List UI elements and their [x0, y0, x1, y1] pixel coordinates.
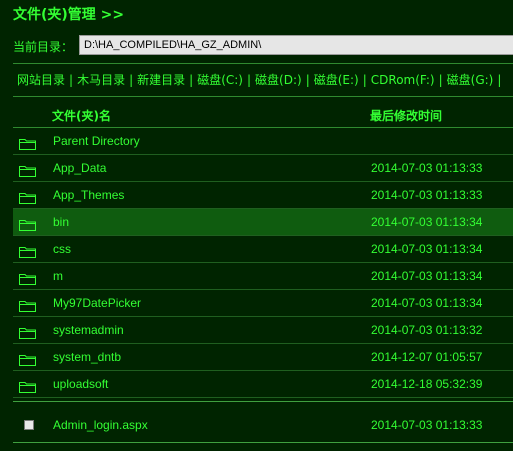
folder-icon — [19, 135, 36, 150]
folder-name-link[interactable]: systemadmin — [53, 323, 124, 337]
folder-icon — [19, 378, 36, 393]
folder-icon — [19, 189, 36, 204]
modified-time: 2014-07-03 01:13:34 — [371, 296, 483, 310]
nav-website-dir[interactable]: 网站目录 — [17, 73, 65, 87]
modified-time: 2014-12-18 05:32:39 — [371, 377, 483, 391]
folder-row[interactable]: systemadmin 2014-07-03 01:13:32 — [13, 317, 513, 344]
nav-bar: 网站目录 | 木马目录 | 新建目录 | 磁盘(C:) | 磁盘(D:) | 磁盘(E:) | CDRo… — [17, 73, 502, 87]
folder-row[interactable]: App_Themes 2014-07-03 01:13:33 — [13, 182, 513, 209]
page-title: 文件(夹)管理 >> — [13, 7, 125, 23]
current-dir-input[interactable] — [79, 35, 513, 55]
modified-time: 2014-07-03 01:13:33 — [371, 188, 483, 202]
folder-name-link[interactable]: Parent Directory — [53, 134, 140, 148]
folder-icon — [19, 297, 36, 312]
folder-row[interactable]: My97DatePicker 2014-07-03 01:13:34 — [13, 290, 513, 317]
nav-new-dir[interactable]: 新建目录 — [137, 73, 185, 87]
folder-name-link[interactable]: App_Data — [53, 161, 106, 175]
modified-time: 2014-12-07 01:05:57 — [371, 350, 483, 364]
nav-drive-c[interactable]: 磁盘(C:) — [197, 73, 243, 87]
folder-row[interactable]: uploadsoft 2014-12-18 05:32:39 — [13, 371, 513, 398]
folder-icon — [19, 324, 36, 339]
modified-time: 2014-07-03 01:13:33 — [371, 418, 483, 432]
folder-name-link[interactable]: App_Themes — [53, 188, 124, 202]
folder-icon — [19, 351, 36, 366]
divider — [13, 401, 513, 402]
folder-icon — [19, 243, 36, 258]
folder-icon — [19, 270, 36, 285]
folder-name-link[interactable]: css — [53, 242, 71, 256]
divider — [13, 96, 513, 97]
file-row[interactable]: Admin_login.aspx 2014-07-03 01:13:33 — [13, 412, 513, 443]
folder-name-link[interactable]: system_dntb — [53, 350, 121, 364]
folder-name-link[interactable]: bin — [53, 215, 69, 229]
folder-row[interactable]: bin 2014-07-03 01:13:34 — [13, 209, 513, 236]
folder-name-link[interactable]: m — [53, 269, 63, 283]
modified-time: 2014-07-03 01:13:34 — [371, 269, 483, 283]
current-dir-label: 当前目录： — [13, 40, 74, 54]
table-header: 文件(夹)名 最后修改时间 — [13, 101, 513, 128]
column-header-modified: 最后修改时间 — [370, 109, 443, 123]
modified-time: 2014-07-03 01:13:34 — [371, 242, 483, 256]
folder-name-link[interactable]: uploadsoft — [53, 377, 108, 391]
nav-drive-g[interactable]: 磁盘(G:) — [447, 73, 494, 87]
folder-icon — [19, 162, 36, 177]
folder-row[interactable]: m 2014-07-03 01:13:34 — [13, 263, 513, 290]
nav-cdrom-f[interactable]: CDRom(F:) — [371, 73, 435, 87]
divider — [13, 63, 513, 64]
column-header-name: 文件(夹)名 — [52, 109, 111, 123]
folder-row[interactable]: Parent Directory — [13, 128, 513, 155]
modified-time: 2014-07-03 01:13:33 — [371, 161, 483, 175]
folder-row[interactable]: css 2014-07-03 01:13:34 — [13, 236, 513, 263]
modified-time: 2014-07-03 01:13:34 — [371, 215, 483, 229]
file-icon — [24, 420, 34, 430]
file-name-link[interactable]: Admin_login.aspx — [53, 418, 148, 432]
folder-row[interactable]: system_dntb 2014-12-07 01:05:57 — [13, 344, 513, 371]
folder-row[interactable]: App_Data 2014-07-03 01:13:33 — [13, 155, 513, 182]
nav-drive-d[interactable]: 磁盘(D:) — [255, 73, 302, 87]
modified-time: 2014-07-03 01:13:32 — [371, 323, 483, 337]
folder-icon — [19, 216, 36, 231]
nav-drive-e[interactable]: 磁盘(E:) — [314, 73, 359, 87]
nav-trojan-dir[interactable]: 木马目录 — [77, 73, 125, 87]
folder-name-link[interactable]: My97DatePicker — [53, 296, 141, 310]
